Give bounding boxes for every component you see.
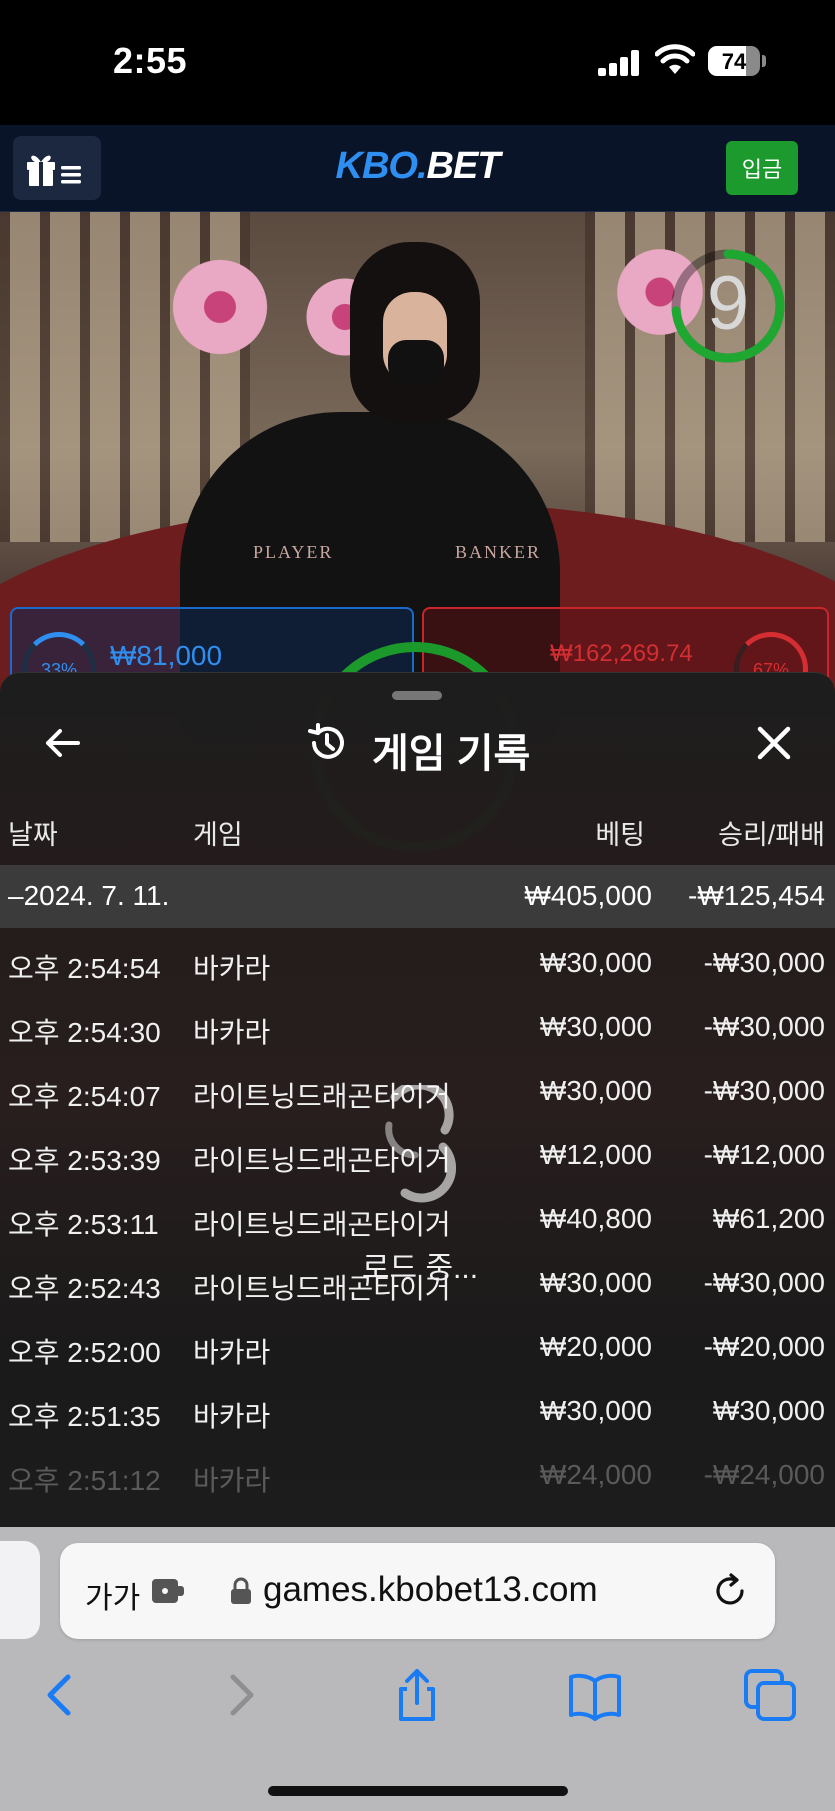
sheet-title: 게임 기록 bbox=[372, 732, 531, 776]
row-bet: ₩30,000 bbox=[539, 1395, 652, 1426]
table-banker-text: BANKER bbox=[455, 542, 542, 562]
row-time: 오후 2:52:00 bbox=[8, 1337, 161, 1368]
banker-bet-amount: ₩162,269.74 bbox=[550, 640, 693, 667]
row-time: 오후 2:54:07 bbox=[8, 1081, 161, 1112]
row-bet: ₩30,000 bbox=[539, 1011, 652, 1042]
site-header: KBO.BET 입금 bbox=[0, 125, 835, 212]
row-result: -₩30,000 bbox=[703, 947, 825, 978]
row-bet: ₩20,000 bbox=[539, 1331, 652, 1362]
date-group-row[interactable]: –2024. 7. 11. ₩405,000 -₩125,454 bbox=[0, 865, 835, 928]
row-time: 오후 2:54:54 bbox=[8, 953, 161, 984]
row-time: 오후 2:53:11 bbox=[8, 1209, 159, 1240]
countdown-timer: 9 bbox=[706, 261, 750, 346]
table-player-text: PLAYER bbox=[253, 542, 334, 562]
address-bar[interactable]: 가가 games.kbobet13.com bbox=[60, 1543, 775, 1639]
history-row[interactable]: 오후 2:54:30 바카라 ₩30,000 -₩30,000 bbox=[0, 997, 835, 1060]
flower-decoration bbox=[165, 252, 275, 362]
row-bet: ₩30,000 bbox=[539, 1075, 652, 1106]
row-result: -₩30,000 bbox=[703, 1267, 825, 1298]
row-bet: ₩30,000 bbox=[539, 1267, 652, 1298]
row-time: 오후 2:53:39 bbox=[8, 1145, 161, 1176]
history-row[interactable]: 오후 2:54:54 바카라 ₩30,000 -₩30,000 bbox=[0, 933, 835, 996]
reload-icon[interactable] bbox=[710, 1571, 750, 1611]
status-time: 2:55 bbox=[113, 40, 188, 81]
row-game: 라이트닝드래곤타이거 bbox=[193, 1209, 451, 1240]
row-game: 바카라 bbox=[193, 1401, 271, 1432]
row-result: -₩30,000 bbox=[703, 1075, 825, 1106]
column-header-date: 날짜 bbox=[8, 820, 58, 850]
row-time: 오후 2:51:12 bbox=[8, 1465, 161, 1496]
row-time: 오후 2:51:35 bbox=[8, 1401, 161, 1432]
history-row[interactable]: 오후 2:51:35 바카라 ₩30,000 ₩30,000 bbox=[0, 1381, 835, 1444]
battery-level: 74 bbox=[721, 49, 747, 74]
history-icon bbox=[308, 723, 344, 759]
wifi-icon bbox=[655, 44, 695, 74]
status-bar: 2:55 74 bbox=[0, 0, 835, 125]
row-result: ₩61,200 bbox=[712, 1203, 825, 1234]
row-bet: ₩12,000 bbox=[539, 1139, 652, 1170]
row-time: 오후 2:54:30 bbox=[8, 1017, 161, 1048]
back-arrow-icon[interactable] bbox=[40, 721, 84, 765]
row-game: 바카라 bbox=[193, 1017, 271, 1048]
bookmarks-icon[interactable] bbox=[565, 1665, 625, 1725]
battery-icon: 74 bbox=[708, 46, 760, 76]
row-result: ₩30,000 bbox=[712, 1395, 825, 1426]
row-time: 오후 2:52:43 bbox=[8, 1273, 161, 1304]
url-text: games.kbobet13.com bbox=[263, 1570, 598, 1609]
row-game: 바카라 bbox=[193, 953, 271, 984]
player-bet-amount: ₩81,000 bbox=[110, 640, 223, 671]
dealer-mask bbox=[388, 340, 444, 384]
history-row[interactable]: 오후 2:51:12 바카라 ₩24,000 -₩24,000 bbox=[0, 1445, 835, 1508]
deposit-button[interactable]: 입금 bbox=[726, 141, 798, 195]
history-row[interactable]: 오후 2:52:00 바카라 ₩20,000 -₩20,000 bbox=[0, 1317, 835, 1380]
tabs-icon[interactable] bbox=[740, 1665, 800, 1725]
close-icon[interactable] bbox=[752, 721, 796, 765]
browser-chrome: 가가 games.kbobet13.com bbox=[0, 1527, 835, 1811]
home-indicator[interactable] bbox=[268, 1786, 568, 1796]
column-header-result: 승리/패배 bbox=[718, 820, 825, 850]
cellular-signal-icon bbox=[598, 50, 640, 76]
text-size-button[interactable]: 가가 bbox=[85, 1573, 140, 1617]
lock-icon bbox=[231, 1577, 251, 1604]
row-result: -₩20,000 bbox=[703, 1331, 825, 1362]
column-header-bet: 베팅 bbox=[595, 820, 645, 850]
kbo-bet-logo[interactable]: KBO.BET bbox=[0, 145, 835, 188]
previous-tab-peek[interactable] bbox=[0, 1541, 40, 1639]
loading-spinner-icon bbox=[385, 1085, 457, 1203]
battery-nub bbox=[762, 55, 766, 67]
sheet-grabber[interactable] bbox=[392, 691, 442, 700]
row-result: -₩24,000 bbox=[703, 1459, 825, 1490]
group-result-total: -₩125,454 bbox=[688, 880, 825, 911]
row-game: 바카라 bbox=[193, 1465, 271, 1496]
forward-icon[interactable] bbox=[211, 1665, 271, 1725]
group-date: –2024. 7. 11. bbox=[8, 880, 170, 911]
row-result: -₩12,000 bbox=[703, 1139, 825, 1170]
column-header-game: 게임 bbox=[193, 820, 243, 850]
row-bet: ₩30,000 bbox=[539, 947, 652, 978]
row-game: 바카라 bbox=[193, 1337, 271, 1368]
share-icon[interactable] bbox=[387, 1665, 447, 1725]
loading-text: 로드 중... bbox=[361, 1252, 479, 1285]
back-icon[interactable] bbox=[30, 1665, 90, 1725]
row-result: -₩30,000 bbox=[703, 1011, 825, 1042]
group-bet-total: ₩405,000 bbox=[524, 880, 652, 911]
row-bet: ₩40,800 bbox=[539, 1203, 652, 1234]
row-bet: ₩24,000 bbox=[539, 1459, 652, 1490]
extension-icon[interactable] bbox=[150, 1577, 186, 1605]
